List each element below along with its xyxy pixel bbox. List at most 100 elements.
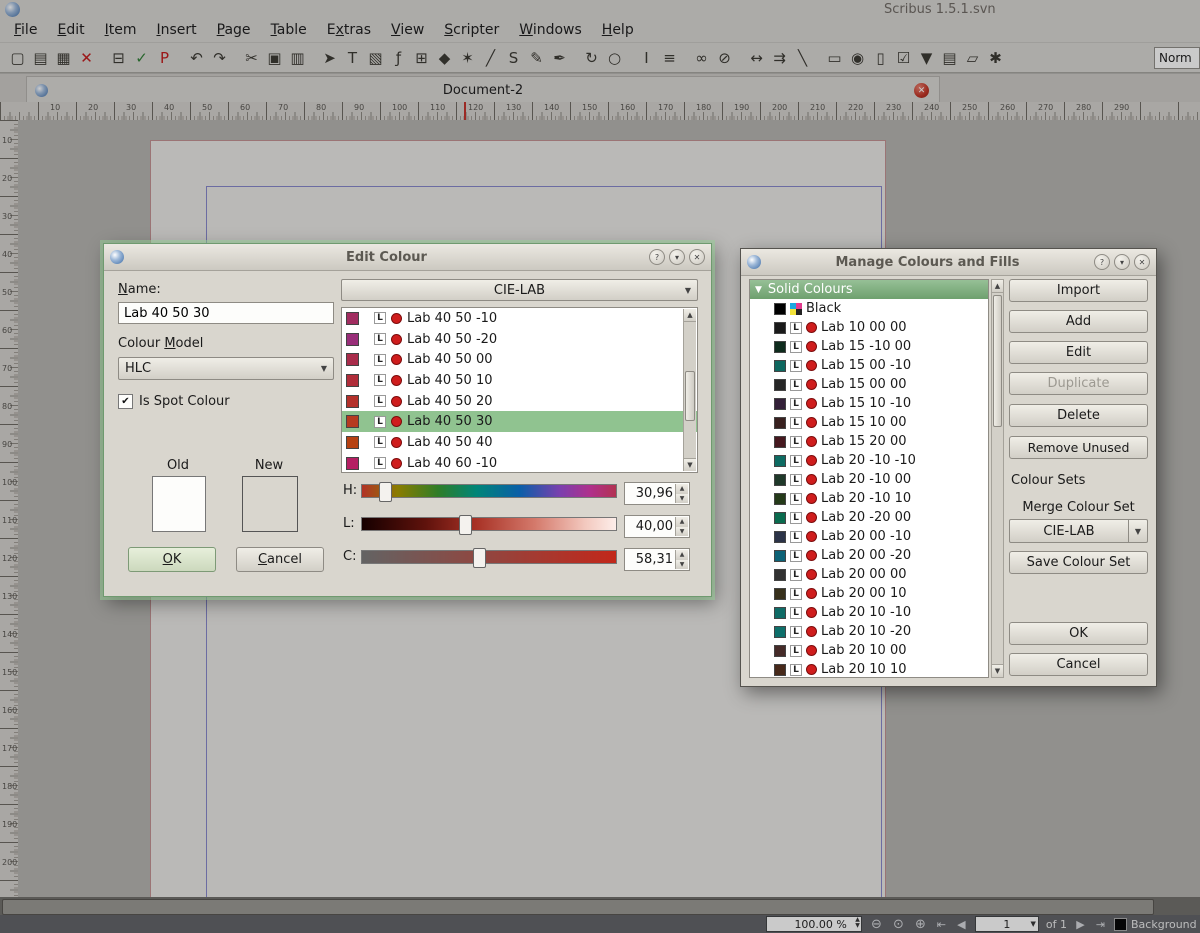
colour-tree-item[interactable]: LLab 20 10 -20 (750, 622, 988, 641)
colour-list-scrollbar[interactable]: ▲ ▼ (683, 309, 696, 471)
h-spinbox[interactable]: 30,96▲▼ (624, 482, 690, 505)
next-page-icon[interactable]: ▶ (1074, 918, 1087, 931)
scrollbar-thumb[interactable] (685, 371, 695, 421)
h-slider[interactable] (361, 484, 617, 498)
last-page-icon[interactable]: ⇥ (1094, 918, 1107, 931)
spin-up-icon[interactable]: ▲ (675, 550, 688, 560)
colour-tree-item[interactable]: LLab 15 10 00 (750, 413, 988, 432)
menu-table[interactable]: Table (261, 19, 317, 41)
pdf-radio-button-icon[interactable]: ◉ (846, 47, 869, 69)
menu-windows[interactable]: Windows (509, 19, 592, 41)
menu-extras[interactable]: Extras (317, 19, 381, 41)
close-button[interactable]: ✕ (1134, 254, 1150, 270)
delete-button[interactable]: Delete (1009, 404, 1148, 427)
slider-handle[interactable] (379, 482, 392, 502)
horizontal-ruler[interactable]: 1020304050607080901001101201301401501601… (0, 102, 1200, 121)
colour-tree-item[interactable]: LLab 15 00 -10 (750, 356, 988, 375)
save-colour-set-button[interactable]: Save Colour Set (1009, 551, 1148, 574)
help-button[interactable]: ? (649, 249, 665, 265)
colour-tree-item[interactable]: LLab 20 00 00 (750, 565, 988, 584)
remove-unused-button[interactable]: Remove Unused (1009, 436, 1148, 459)
scroll-up-icon[interactable]: ▲ (684, 309, 696, 322)
spin-down-icon[interactable]: ▼ (675, 560, 688, 570)
colour-tree-item[interactable]: LLab 15 -10 00 (750, 337, 988, 356)
ok-button[interactable]: OK (1009, 622, 1148, 645)
spin-down-icon[interactable]: ▼ (675, 527, 688, 537)
edit-contents-icon[interactable]: I (635, 47, 658, 69)
colour-tree[interactable]: ▼ Solid Colours BlackLLab 10 00 00LLab 1… (749, 279, 989, 678)
horizontal-scrollbar-thumb[interactable] (2, 899, 1154, 915)
previous-page-icon[interactable]: ◀ (955, 918, 968, 931)
scrollbar-thumb[interactable] (993, 295, 1002, 427)
menu-edit[interactable]: Edit (47, 19, 94, 41)
open-document-icon[interactable]: ▤ (29, 47, 52, 69)
insert-shape-icon[interactable]: ◆ (433, 47, 456, 69)
close-button[interactable]: ✕ (689, 249, 705, 265)
cancel-button[interactable]: Cancel (1009, 653, 1148, 676)
colour-tree-item[interactable]: LLab 15 10 -10 (750, 394, 988, 413)
rotate-item-icon[interactable]: ↻ (580, 47, 603, 69)
colour-tree-item[interactable]: LLab 15 20 00 (750, 432, 988, 451)
scroll-up-icon[interactable]: ▲ (992, 280, 1003, 293)
c-slider[interactable] (361, 550, 617, 564)
spin-up-icon[interactable]: ▲ (675, 484, 688, 494)
colour-tree-item[interactable]: LLab 20 00 -20 (750, 546, 988, 565)
redo-icon[interactable]: ↷ (208, 47, 231, 69)
scroll-down-icon[interactable]: ▼ (684, 458, 696, 471)
preflight-verifier-icon[interactable]: ✓ (130, 47, 153, 69)
page-spin-arrow[interactable]: ▼ (1031, 920, 1036, 928)
colour-list-item[interactable]: LLab 40 50 40 (342, 432, 697, 453)
insert-table-icon[interactable]: ⊞ (410, 47, 433, 69)
colour-list-item[interactable]: LLab 40 50 00 (342, 349, 697, 370)
insert-bezier-icon[interactable]: S (502, 47, 525, 69)
colour-tree-item[interactable]: LLab 20 10 -10 (750, 603, 988, 622)
colour-tree-item[interactable]: LLab 20 10 10 (750, 660, 988, 678)
slider-handle[interactable] (473, 548, 486, 568)
layer-selector[interactable]: Background (1114, 918, 1200, 931)
unlink-text-frames-icon[interactable]: ⊘ (713, 47, 736, 69)
colour-tree-item[interactable]: LLab 20 10 00 (750, 641, 988, 660)
eye-dropper-icon[interactable]: ╲ (791, 47, 814, 69)
chevron-down-icon[interactable]: ▼ (1129, 519, 1148, 543)
spin-arrows[interactable]: ▲▼ (675, 484, 688, 503)
spin-down-icon[interactable]: ▼ (675, 494, 688, 504)
new-document-icon[interactable]: ▢ (6, 47, 29, 69)
colour-list-item[interactable]: LLab 40 60 -10 (342, 453, 697, 473)
save-as-pdf-icon[interactable]: P (153, 47, 176, 69)
colour-model-dropdown[interactable]: HLC ▼ (118, 357, 334, 380)
insert-freehand-icon[interactable]: ✎ (525, 47, 548, 69)
horizontal-scrollbar[interactable] (0, 897, 1200, 915)
text-annotation-icon[interactable]: ▱ (961, 47, 984, 69)
palette-dropdown[interactable]: CIE-LAB ▼ (341, 279, 698, 301)
scroll-down-icon[interactable]: ▼ (992, 664, 1003, 677)
colour-list-item[interactable]: LLab 40 50 20 (342, 391, 697, 412)
l-slider[interactable] (361, 517, 617, 531)
menu-help[interactable]: Help (592, 19, 644, 41)
colour-list-item[interactable]: LLab 40 50 -20 (342, 329, 697, 350)
pdf-combo-box-icon[interactable]: ▼ (915, 47, 938, 69)
link-annotation-icon[interactable]: ✱ (984, 47, 1007, 69)
menu-view[interactable]: View (381, 19, 434, 41)
copy-icon[interactable]: ▣ (263, 47, 286, 69)
first-page-icon[interactable]: ⇤ (935, 918, 948, 931)
slider-handle[interactable] (459, 515, 472, 535)
colour-list-item[interactable]: LLab 40 50 10 (342, 370, 697, 391)
import-button[interactable]: Import (1009, 279, 1148, 302)
collapse-triangle-icon[interactable]: ▼ (755, 285, 762, 295)
help-button[interactable]: ? (1094, 254, 1110, 270)
copy-item-properties-icon[interactable]: ⇉ (768, 47, 791, 69)
cancel-button[interactable]: Cancel (236, 547, 324, 572)
pdf-list-box-icon[interactable]: ▤ (938, 47, 961, 69)
zoom-icon[interactable]: ○ (603, 47, 626, 69)
menu-page[interactable]: Page (207, 19, 261, 41)
spin-arrows[interactable]: ▲▼ (675, 517, 688, 536)
colour-list-item[interactable]: LLab 40 50 30 (342, 411, 697, 432)
menu-file[interactable]: File (4, 19, 47, 41)
spin-arrows[interactable]: ▲▼ (675, 550, 688, 569)
manage-colours-titlebar[interactable]: Manage Colours and Fills ?▾✕ (741, 249, 1156, 276)
insert-polygon-icon[interactable]: ✶ (456, 47, 479, 69)
colour-tree-item[interactable]: Black (750, 299, 988, 318)
zoom-in-icon[interactable]: ⊕ (913, 917, 928, 932)
close-tab-icon[interactable]: ✕ (914, 83, 929, 98)
l-spinbox[interactable]: 40,00▲▼ (624, 515, 690, 538)
